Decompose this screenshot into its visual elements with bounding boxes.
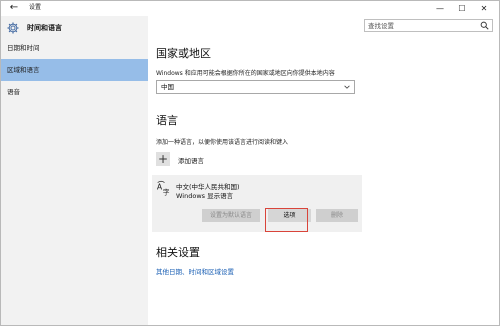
- remove-button[interactable]: 删除: [316, 209, 358, 222]
- region-description: Windows 和应用可能会根据你所在的国家或地区向你提供本地内容: [156, 70, 335, 77]
- sidebar-item-date-time[interactable]: 日期和时间: [1, 37, 148, 59]
- language-heading: 语言: [156, 114, 178, 127]
- sidebar-item-region-language[interactable]: 区域和语言: [1, 59, 148, 81]
- country-select-value: 中国: [161, 83, 174, 91]
- gear-icon: [7, 22, 19, 34]
- country-select[interactable]: 中国: [156, 80, 355, 94]
- sidebar-header: 时间和语言: [7, 19, 62, 37]
- sidebar-item-speech[interactable]: 语音: [1, 81, 148, 103]
- language-icon: A 字: [157, 180, 170, 196]
- language-subtitle: Windows 显示语言: [176, 192, 234, 200]
- language-entry[interactable]: A 字 中文(中华人民共和国) Windows 显示语言 设置为默认语言 选项 …: [152, 175, 362, 232]
- related-settings-link[interactable]: 其他日期、时间和区域设置: [156, 266, 234, 276]
- title-bar: ← 设置 — ☐ ✕: [1, 1, 499, 16]
- main-content: 国家或地区 Windows 和应用可能会根据你所在的国家或地区向你提供本地内容 …: [148, 16, 499, 325]
- window-controls: — ☐ ✕: [429, 1, 495, 16]
- minimize-button[interactable]: —: [429, 1, 451, 16]
- close-button[interactable]: ✕: [473, 1, 495, 16]
- settings-window: ← 设置 — ☐ ✕ 时间和语言 日期和时间 区域和语言 语音 国家或地区 Wi…: [0, 0, 500, 326]
- sidebar: 时间和语言 日期和时间 区域和语言 语音: [1, 16, 148, 325]
- maximize-button[interactable]: ☐: [451, 1, 473, 16]
- highlight-box: [265, 208, 308, 232]
- back-button[interactable]: ←: [8, 2, 20, 14]
- language-description: 添加一种语言，以便你使用该语言进行阅读和键入: [156, 139, 289, 146]
- set-default-button[interactable]: 设置为默认语言: [202, 209, 260, 222]
- add-language-label[interactable]: 添加语言: [178, 155, 204, 165]
- sidebar-title: 时间和语言: [27, 24, 62, 32]
- app-title: 设置: [29, 4, 42, 11]
- related-settings-heading: 相关设置: [156, 246, 200, 259]
- chevron-down-icon: [344, 85, 350, 89]
- add-language-button[interactable]: +: [156, 152, 170, 166]
- svg-text:字: 字: [163, 187, 170, 196]
- region-heading: 国家或地区: [156, 47, 211, 60]
